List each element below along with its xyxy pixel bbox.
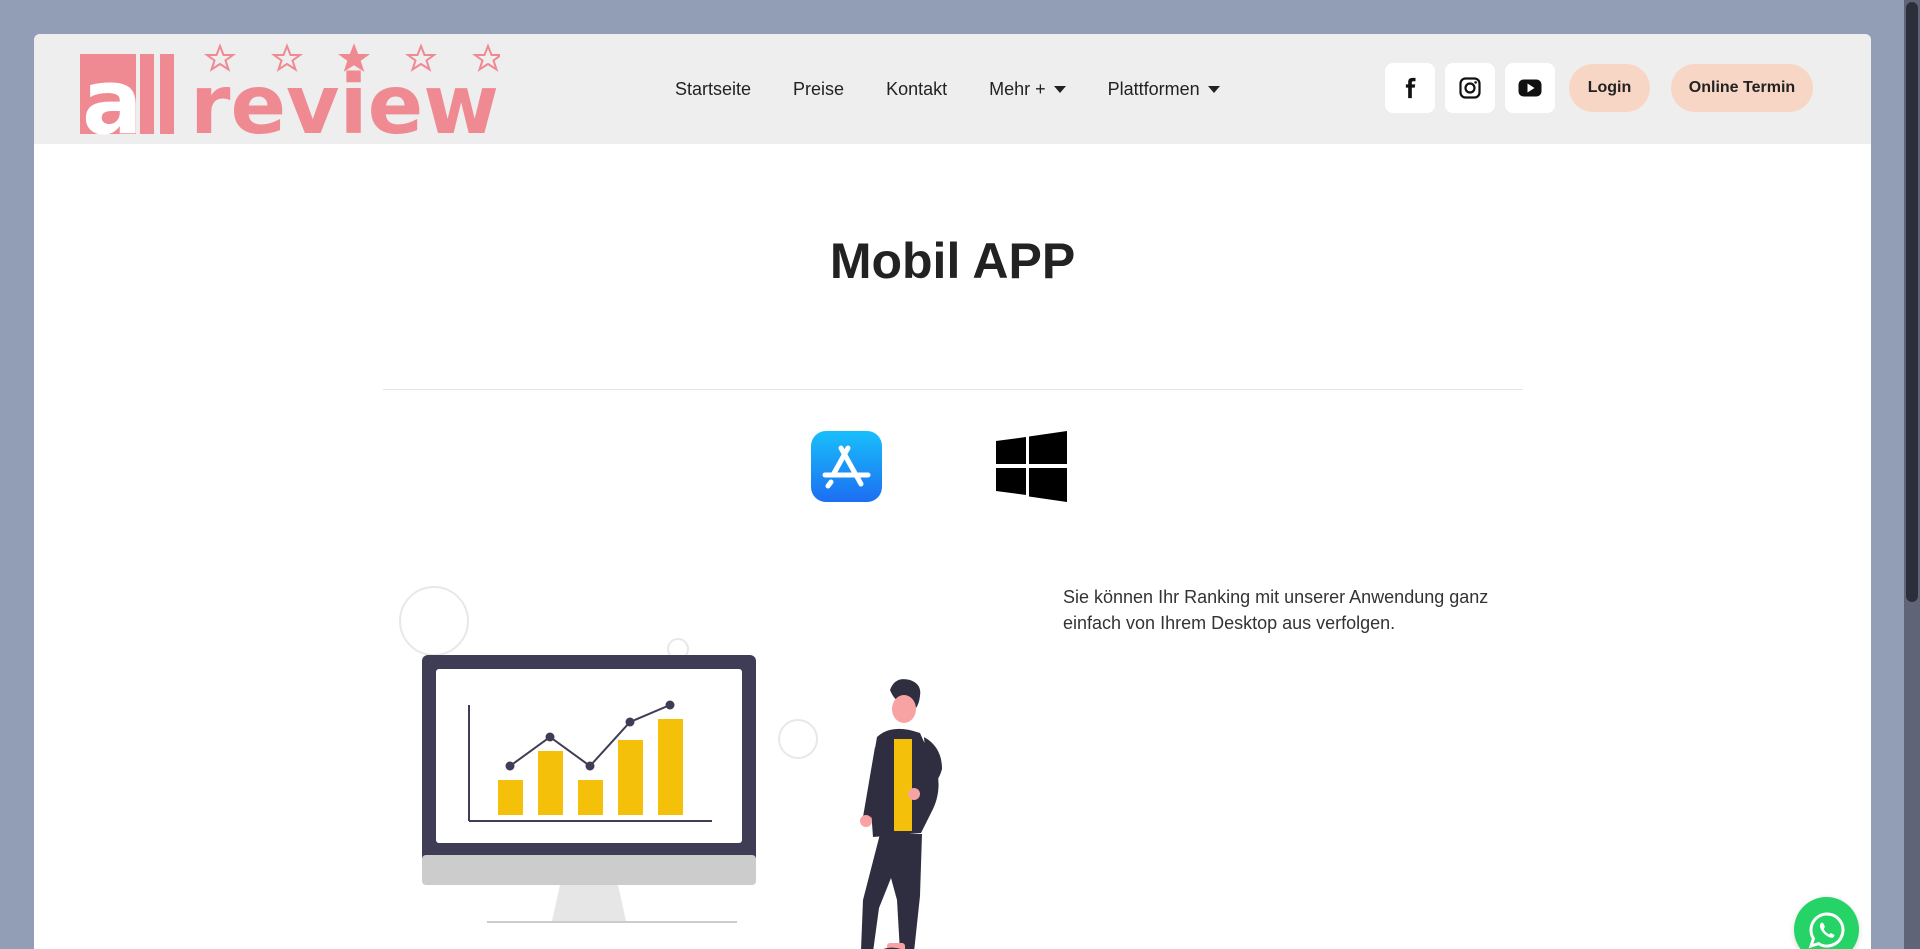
app-store-icon[interactable] — [811, 431, 882, 502]
nav-label: Preise — [793, 78, 845, 99]
instagram-button[interactable] — [1445, 63, 1495, 113]
caret-down-icon — [1207, 85, 1220, 93]
nav-label: Startseite — [675, 78, 752, 99]
app-description: Sie können Ihr Ranking mit unserer Anwen… — [1063, 587, 1489, 633]
logo-text-a: a — [82, 50, 143, 140]
login-label: Login — [1587, 79, 1632, 96]
facebook-button[interactable] — [1385, 63, 1435, 113]
site-header: a review Startseite Preise Kontakt Mehr … — [34, 34, 1871, 144]
login-button[interactable]: Login — [1569, 64, 1650, 112]
page-title: Mobil APP — [829, 233, 1076, 289]
nav-item-kontakt[interactable]: Kontakt — [886, 79, 947, 100]
nav-label: Kontakt — [886, 78, 948, 99]
youtube-icon — [1518, 79, 1542, 97]
analytics-illustration — [399, 586, 942, 949]
youtube-button[interactable] — [1505, 63, 1555, 113]
main-nav: Startseite Preise Kontakt Mehr + Plattfo… — [675, 34, 1262, 144]
page-scrollbar[interactable] — [1904, 0, 1920, 949]
nav-item-plattformen[interactable]: Plattformen — [1108, 79, 1220, 100]
scrollbar-thumb[interactable] — [1906, 2, 1918, 602]
section-divider — [383, 389, 1523, 390]
nav-item-mehr[interactable]: Mehr + — [989, 79, 1066, 100]
logo-text-review: review — [190, 58, 499, 140]
nav-item-startseite[interactable]: Startseite — [675, 79, 751, 100]
allreview-logo[interactable]: a review — [80, 40, 500, 140]
online-termin-button[interactable]: Online Termin — [1671, 64, 1813, 112]
nav-label: Mehr + — [989, 78, 1046, 99]
windows-icon[interactable] — [996, 431, 1067, 502]
whatsapp-button[interactable] — [1794, 897, 1859, 949]
whatsapp-icon — [1808, 911, 1844, 948]
social-links — [1385, 63, 1565, 113]
caret-down-icon — [1053, 85, 1066, 93]
instagram-icon — [1459, 77, 1481, 99]
facebook-icon — [1405, 77, 1416, 99]
nav-label: Plattformen — [1107, 78, 1200, 99]
page-card: a review Startseite Preise Kontakt Mehr … — [34, 34, 1871, 949]
online-termin-label: Online Termin — [1688, 79, 1796, 96]
nav-item-preise[interactable]: Preise — [793, 79, 844, 100]
